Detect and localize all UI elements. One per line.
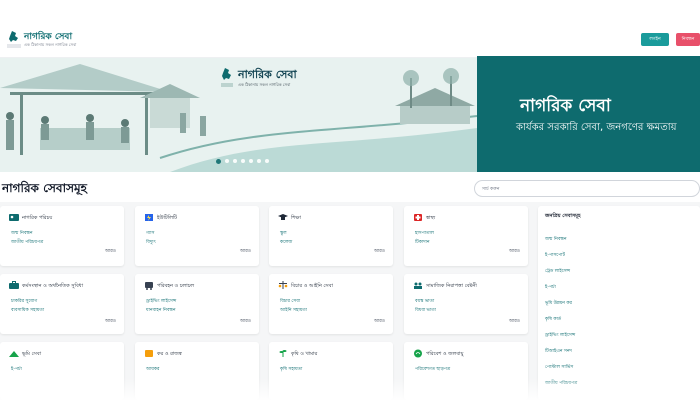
agriculture-icon — [279, 350, 287, 357]
social-safety-icon — [414, 282, 422, 289]
site-logo-icon[interactable] — [6, 30, 22, 50]
search-input[interactable] — [474, 180, 700, 197]
carousel-dot[interactable] — [249, 159, 253, 163]
page: নাগরিক সেবা এক ঠিকানায় সকল নাগরিক সেবা … — [0, 0, 700, 400]
service-link[interactable]: পরিবেশগত ছাড়পত্র — [415, 366, 450, 373]
banner-logo-icon — [221, 68, 233, 87]
more-link[interactable]: আরও — [509, 248, 520, 255]
more-link[interactable]: আরও — [509, 318, 520, 325]
popular-services-title: জনপ্রিয় সেবাসমূহ — [545, 213, 581, 219]
more-link[interactable]: আরও — [105, 248, 116, 255]
services-title: নাগরিক সেবাসমূহ — [2, 181, 87, 195]
service-link[interactable]: জাতীয় পরিচয়পত্র — [11, 239, 43, 246]
service-link[interactable]: বিধবা ভাতা — [415, 307, 436, 314]
service-link[interactable]: আইনি সহায়তা — [280, 307, 307, 314]
service-link[interactable]: ই-পর্চা — [11, 366, 22, 373]
service-link[interactable]: টিকাদান — [415, 239, 430, 246]
land-icon — [9, 351, 19, 357]
popular-service-link[interactable]: ড্রাইভিং লাইসেন্স — [545, 332, 575, 339]
service-link[interactable]: স্কুল — [280, 230, 287, 237]
popular-service-link[interactable]: ট্রেড লাইসেন্স — [545, 268, 570, 275]
more-link[interactable]: আরও — [105, 318, 116, 325]
service-link[interactable]: আয়কর — [146, 366, 160, 373]
popular-service-link[interactable]: ই-পর্চা — [545, 284, 556, 291]
carousel-dot[interactable] — [257, 159, 261, 163]
popular-service-link[interactable]: কৃষি কার্ড — [545, 316, 561, 323]
more-link[interactable]: আরও — [240, 248, 251, 255]
utility-icon — [145, 214, 153, 221]
service-link[interactable]: ড্রাইভিং লাইসেন্স — [146, 298, 176, 305]
service-link[interactable]: গ্যাস — [146, 230, 155, 237]
more-link[interactable]: আরও — [240, 318, 251, 325]
service-card-title: নাগরিক পরিচয় — [22, 215, 53, 221]
service-card[interactable]: বিচার ও আইনি সেবা বিচার সেবা আইনি সহায়ত… — [269, 274, 393, 334]
top-strip — [0, 0, 700, 22]
id-card-icon — [9, 214, 19, 221]
service-card-title: পরিবহন ও চলাচল — [157, 283, 195, 289]
carousel-dots — [216, 159, 269, 164]
briefcase-icon — [9, 281, 19, 289]
service-link[interactable]: কৃষি সহায়তা — [280, 366, 302, 373]
banner-brand-subtitle: এক ঠিকানায় সকল নাগরিক সেবা — [238, 82, 291, 87]
register-button[interactable]: নিবন্ধন — [676, 33, 700, 46]
tax-icon — [145, 350, 153, 357]
service-card-title: স্বাস্থ্য — [426, 215, 436, 221]
service-card[interactable]: নাগরিক পরিচয় জন্ম নিবন্ধন জাতীয় পরিচয়… — [0, 206, 124, 266]
environment-icon — [414, 349, 422, 358]
carousel-dot[interactable] — [233, 159, 237, 163]
popular-service-link[interactable]: পোস্টাল সার্ভিস — [545, 364, 573, 371]
service-link[interactable]: বয়স্ক ভাতা — [415, 298, 434, 305]
popular-service-link[interactable]: টিআইএন সনদ — [545, 348, 572, 355]
service-link[interactable]: বিদ্যুৎ — [146, 239, 156, 246]
banner-heading: নাগরিক সেবা — [520, 96, 611, 116]
service-card[interactable]: কর্মসংস্থান ও অর্থনৈতিক সুবিধা চাকরির সু… — [0, 274, 124, 334]
banner-subheading: কার্যকর সরকারি সেবা, জনগণের ক্ষমতায় — [516, 122, 677, 133]
more-link[interactable]: আরও — [374, 318, 385, 325]
health-icon — [414, 214, 422, 221]
service-card[interactable]: ইউটিলিটি গ্যাস বিদ্যুৎ আরও — [135, 206, 259, 266]
service-card[interactable]: পরিবহন ও চলাচল ড্রাইভিং লাইসেন্স যানবাহন… — [135, 274, 259, 334]
more-link[interactable]: আরও — [374, 248, 385, 255]
service-card-title: ভূমি সেবা — [22, 351, 42, 357]
service-link[interactable]: জন্ম নিবন্ধন — [11, 230, 33, 237]
login-button[interactable]: লগইন — [641, 33, 669, 46]
service-card-title: পরিবেশ ও জলবায়ু — [426, 351, 464, 357]
service-card-title: ইউটিলিটি — [157, 215, 177, 221]
service-link[interactable]: চাকরির সুযোগ — [11, 298, 37, 305]
carousel-dot[interactable] — [241, 159, 245, 163]
service-card-title: কৃষি ও খামার — [291, 351, 318, 357]
service-card-title: শিক্ষা — [291, 215, 301, 221]
service-card-title: কর্মসংস্থান ও অর্থনৈতিক সুবিধা — [22, 283, 84, 289]
bus-icon — [145, 282, 153, 290]
service-link[interactable]: হাসপাতাল — [415, 230, 434, 237]
service-link[interactable]: যানবাহন নিবন্ধন — [146, 307, 176, 314]
site-header — [0, 22, 700, 58]
service-card-title: কর ও রাজস্ব — [157, 351, 182, 357]
service-card-title: বিচার ও আইনি সেবা — [291, 283, 333, 289]
service-link[interactable]: বিচার সেবা — [280, 298, 300, 305]
service-card[interactable]: শিক্ষা স্কুল কলেজ আরও — [269, 206, 393, 266]
popular-service-link[interactable]: ভূমি উন্নয়ন কর — [545, 300, 572, 307]
carousel-dot[interactable] — [265, 159, 269, 163]
carousel-dot[interactable] — [225, 159, 229, 163]
search-placeholder: সার্চ করুন — [482, 187, 500, 192]
popular-service-link[interactable]: ই-পাসপোর্ট — [545, 252, 565, 259]
service-card[interactable]: স্বাস্থ্য হাসপাতাল টিকাদান আরও — [404, 206, 528, 266]
brand-subtitle: এক ঠিকানায় সকল নাগরিক সেবা — [24, 42, 77, 47]
service-link[interactable]: কলেজ — [280, 239, 292, 246]
service-card[interactable]: সামাজিক নিরাপত্তা বেষ্টনী বয়স্ক ভাতা বি… — [404, 274, 528, 334]
popular-service-link[interactable]: জন্ম নিবন্ধন — [545, 236, 567, 243]
carousel-dot[interactable] — [216, 159, 221, 164]
service-card-title: সামাজিক নিরাপত্তা বেষ্টনী — [426, 283, 477, 289]
service-link[interactable]: ব্যবসায়িক সহায়তা — [11, 307, 44, 314]
graduation-cap-icon — [278, 214, 288, 220]
bottom-fade — [0, 378, 700, 400]
scales-icon — [278, 281, 288, 289]
